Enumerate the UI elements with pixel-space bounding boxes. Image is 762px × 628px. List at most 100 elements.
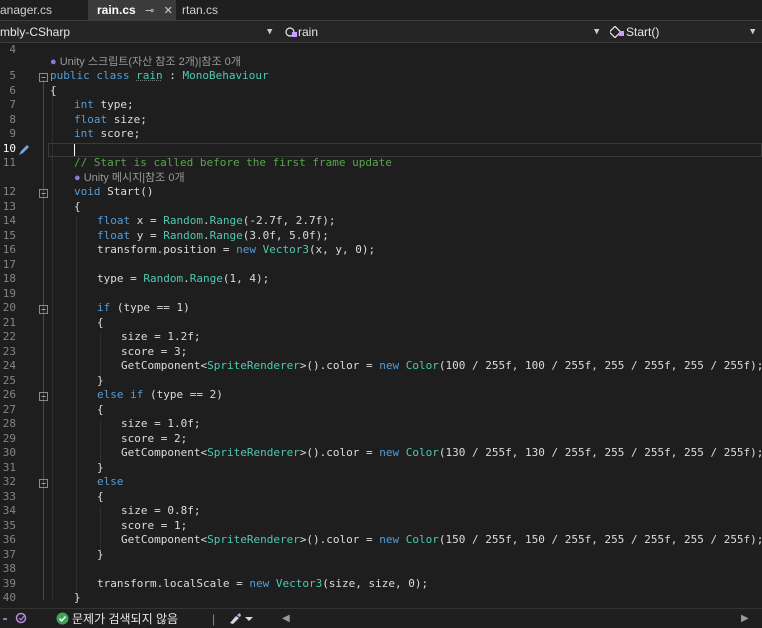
indent-guide	[52, 86, 53, 600]
line-number: 16	[2, 243, 16, 256]
scroll-left-icon[interactable]: ◀	[282, 610, 290, 628]
collapse-icon[interactable]: −	[39, 479, 48, 488]
tok: class	[96, 69, 130, 82]
member-dropdown[interactable]: Start()	[608, 23, 754, 41]
chevron-down-icon[interactable]: ▼	[267, 23, 272, 41]
code-line-29: score = 2;	[121, 432, 188, 445]
pen-indicator-icon	[19, 145, 29, 155]
tok: (size, size, 0);	[322, 577, 429, 590]
tab-manager-cs[interactable]: anager.cs	[0, 0, 86, 20]
tok: Range	[209, 229, 243, 242]
class-label: rain	[298, 25, 319, 39]
tok: Range	[209, 214, 243, 227]
code-line-32: else	[97, 475, 124, 488]
fold-line	[43, 80, 44, 600]
code-line-18: type = Random.Range(1, 4);	[97, 272, 269, 287]
code-line-25: }	[97, 374, 104, 387]
tok: (3.0f, 5.0f);	[242, 229, 329, 242]
member-label: Start()	[626, 25, 660, 39]
tok: int	[74, 127, 94, 140]
tab-rtan-cs[interactable]: rtan.cs	[178, 0, 260, 20]
tok: SpriteRenderer	[207, 446, 300, 459]
line-number: 14	[2, 214, 16, 227]
code-line-12: void Start()	[74, 185, 153, 200]
tok: GetComponent<	[121, 446, 208, 459]
tok: Random	[163, 214, 203, 227]
document-tab-bar: anager.cs rain.cs ⊸ ✕ rtan.cs	[0, 0, 762, 20]
current-line-highlight	[48, 143, 762, 157]
line-number: 12	[2, 185, 16, 198]
line-number: 33	[2, 490, 16, 503]
tok: type =	[97, 272, 144, 285]
tok: x =	[136, 214, 164, 227]
line-number: 6	[9, 84, 16, 97]
check-circle-icon[interactable]	[56, 612, 70, 626]
tok: transform.localScale =	[97, 577, 250, 590]
class-icon	[285, 27, 297, 37]
tok: Color	[405, 533, 439, 546]
project-label: mbly-CSharp	[0, 25, 71, 39]
tok: (type == 1)	[110, 301, 190, 314]
chevron-down-icon[interactable]: ▼	[594, 23, 599, 41]
tok: .	[203, 214, 210, 227]
close-icon[interactable]: ✕	[164, 5, 173, 17]
tok: Color	[405, 359, 439, 372]
line-number: 10	[2, 142, 16, 155]
tok: (100 / 255f, 100 / 255f, 255 / 255f, 255…	[438, 359, 762, 372]
indent-guide	[100, 420, 101, 463]
status-divider: |	[212, 612, 216, 626]
line-number: 7	[9, 98, 16, 111]
class-dropdown[interactable]: rain	[284, 23, 594, 41]
tok: Random	[143, 272, 184, 285]
tok: public	[50, 69, 90, 82]
collapse-icon[interactable]: −	[39, 73, 48, 82]
collapse-icon[interactable]: −	[39, 305, 48, 314]
tok: >().color =	[299, 446, 380, 459]
line-number: 5	[9, 69, 16, 82]
pin-icon[interactable]: ⊸	[145, 5, 154, 17]
line-number: 37	[2, 548, 16, 561]
scroll-right-icon[interactable]: ▶	[741, 610, 749, 628]
code-line-28: size = 1.0f;	[121, 417, 201, 430]
line-number: 24	[2, 359, 16, 372]
intellicode-icon[interactable]	[2, 612, 32, 625]
chevron-down-icon[interactable]: ▼	[750, 23, 755, 41]
code-line-20: if (type == 1)	[97, 301, 190, 316]
code-line-8: float size;	[74, 113, 147, 128]
line-number: 29	[2, 432, 16, 445]
collapse-icon[interactable]: −	[39, 189, 48, 198]
line-number: 22	[2, 330, 16, 343]
code-line-14: float x = Random.Range(-2.7f, 2.7f);	[97, 214, 335, 229]
code-line-30: GetComponent<SpriteRenderer>().color = n…	[121, 446, 762, 461]
tok: else if	[97, 388, 144, 401]
tok: new	[249, 577, 270, 590]
collapse-icon[interactable]: −	[39, 392, 48, 401]
code-line-27: {	[97, 403, 104, 416]
tok: y =	[136, 229, 164, 242]
line-number: 36	[2, 533, 16, 546]
tok: .	[183, 272, 190, 285]
tab-rain-cs[interactable]: rain.cs ⊸ ✕	[88, 0, 176, 20]
indent-guide	[100, 507, 101, 550]
tab-label: rain.cs	[97, 3, 136, 17]
line-number: 38	[2, 562, 16, 575]
code-line-34: size = 0.8f;	[121, 504, 201, 517]
tok: new	[379, 359, 400, 372]
line-number: 18	[2, 272, 16, 285]
tok: >().color =	[299, 359, 380, 372]
tok: (-2.7f, 2.7f);	[242, 214, 336, 227]
brush-icon[interactable]	[228, 612, 254, 625]
tok: Color	[405, 446, 439, 459]
code-line-36: GetComponent<SpriteRenderer>().color = n…	[121, 533, 762, 548]
issues-status[interactable]: 문제가 검색되지 않음	[72, 610, 178, 628]
line-number: 9	[9, 127, 16, 140]
codelens-class[interactable]: ● Unity 스크립트(자산 참조 2개)|참조 0개	[50, 55, 241, 70]
line-number: 17	[2, 258, 16, 271]
line-number: 39	[2, 577, 16, 590]
code-editor[interactable]: 4 5 6 7 8 9 10 11 12 13 14 15 16 17 18 19 20 21 22 23 24 25 26…	[0, 43, 762, 608]
codelens-method[interactable]: ● Unity 메시지|참조 0개	[74, 171, 185, 186]
tok: SpriteRenderer	[207, 359, 300, 372]
code-line-24: GetComponent<SpriteRenderer>().color = n…	[121, 359, 762, 374]
project-dropdown[interactable]: mbly-CSharp	[0, 23, 272, 41]
code-line-23: score = 3;	[121, 345, 188, 358]
